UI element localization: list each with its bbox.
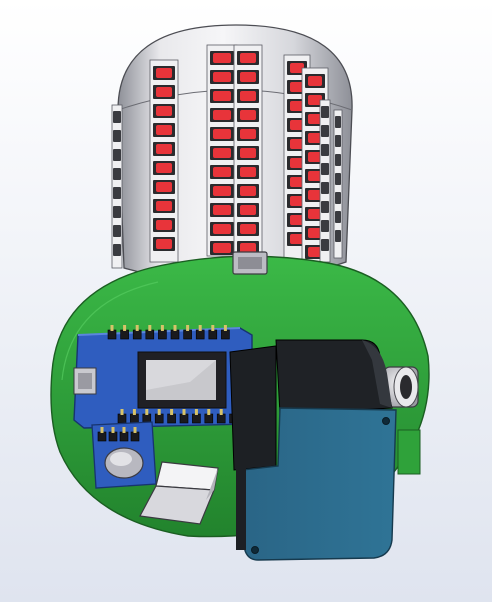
led-chip <box>237 184 259 198</box>
mount-hole-top <box>382 417 390 425</box>
led-chip <box>237 146 259 160</box>
led-cylinder-assembly <box>50 24 430 561</box>
led-chip-edge <box>113 168 121 180</box>
led-chip-edge <box>321 125 329 137</box>
led-chip-edge <box>113 111 121 123</box>
led-chip-edge <box>335 135 341 147</box>
led-chip <box>153 199 175 213</box>
led-chip-edge <box>335 173 341 185</box>
led-chip <box>237 222 259 236</box>
led-chip-edge <box>113 149 121 161</box>
led-chip-edge <box>113 206 121 218</box>
led-chip-edge <box>321 220 329 232</box>
teal-sensor-block <box>229 339 397 561</box>
led-chip <box>210 165 234 179</box>
led-strip <box>233 44 263 257</box>
led-cylinder <box>111 24 353 284</box>
led-strip <box>149 59 179 263</box>
led-chip-edge <box>321 201 329 213</box>
led-chip <box>153 104 175 118</box>
led-chip-edge <box>321 163 329 175</box>
led-chip <box>153 85 175 99</box>
led-chip <box>153 237 175 251</box>
mount-hole-bottom <box>251 546 259 554</box>
led-chip <box>210 127 234 141</box>
led-chip <box>237 89 259 103</box>
led-chip <box>210 203 234 217</box>
led-chip <box>153 66 175 80</box>
led-chip-edge <box>335 154 341 166</box>
led-chip <box>237 127 259 141</box>
sound-sensor-module <box>91 421 157 489</box>
led-chip <box>237 203 259 217</box>
led-chip <box>153 142 175 156</box>
led-chip <box>210 108 234 122</box>
led-strip <box>206 44 238 257</box>
led-chip <box>210 89 234 103</box>
led-chip <box>153 161 175 175</box>
led-chip <box>210 184 234 198</box>
led-chip-edge <box>335 230 341 242</box>
microcontroller-board <box>73 325 253 429</box>
led-chip <box>237 51 259 65</box>
side-header <box>397 429 421 475</box>
led-strip <box>333 109 343 259</box>
led-chip <box>210 51 234 65</box>
led-chip <box>210 241 234 255</box>
led-chip-edge <box>321 144 329 156</box>
led-strip <box>319 99 331 263</box>
led-chip-edge <box>113 130 121 142</box>
led-chip-edge <box>113 187 121 199</box>
led-chip-edge <box>113 244 121 256</box>
led-chip <box>237 70 259 84</box>
led-chip <box>153 123 175 137</box>
led-chip <box>305 74 325 88</box>
led-chip <box>210 70 234 84</box>
led-chip <box>153 180 175 194</box>
led-chip-edge <box>321 182 329 194</box>
led-chip <box>210 146 234 160</box>
led-chip-edge <box>113 225 121 237</box>
led-chip-edge <box>321 106 329 118</box>
led-chip-edge <box>335 116 341 128</box>
led-chip <box>237 165 259 179</box>
cad-render-stage <box>0 0 492 602</box>
led-chip-edge <box>335 192 341 204</box>
led-chip-edge <box>321 239 329 251</box>
led-strip <box>111 104 123 269</box>
led-chip <box>153 218 175 232</box>
led-chip <box>210 222 234 236</box>
led-chip-edge <box>335 211 341 223</box>
led-chip <box>237 108 259 122</box>
